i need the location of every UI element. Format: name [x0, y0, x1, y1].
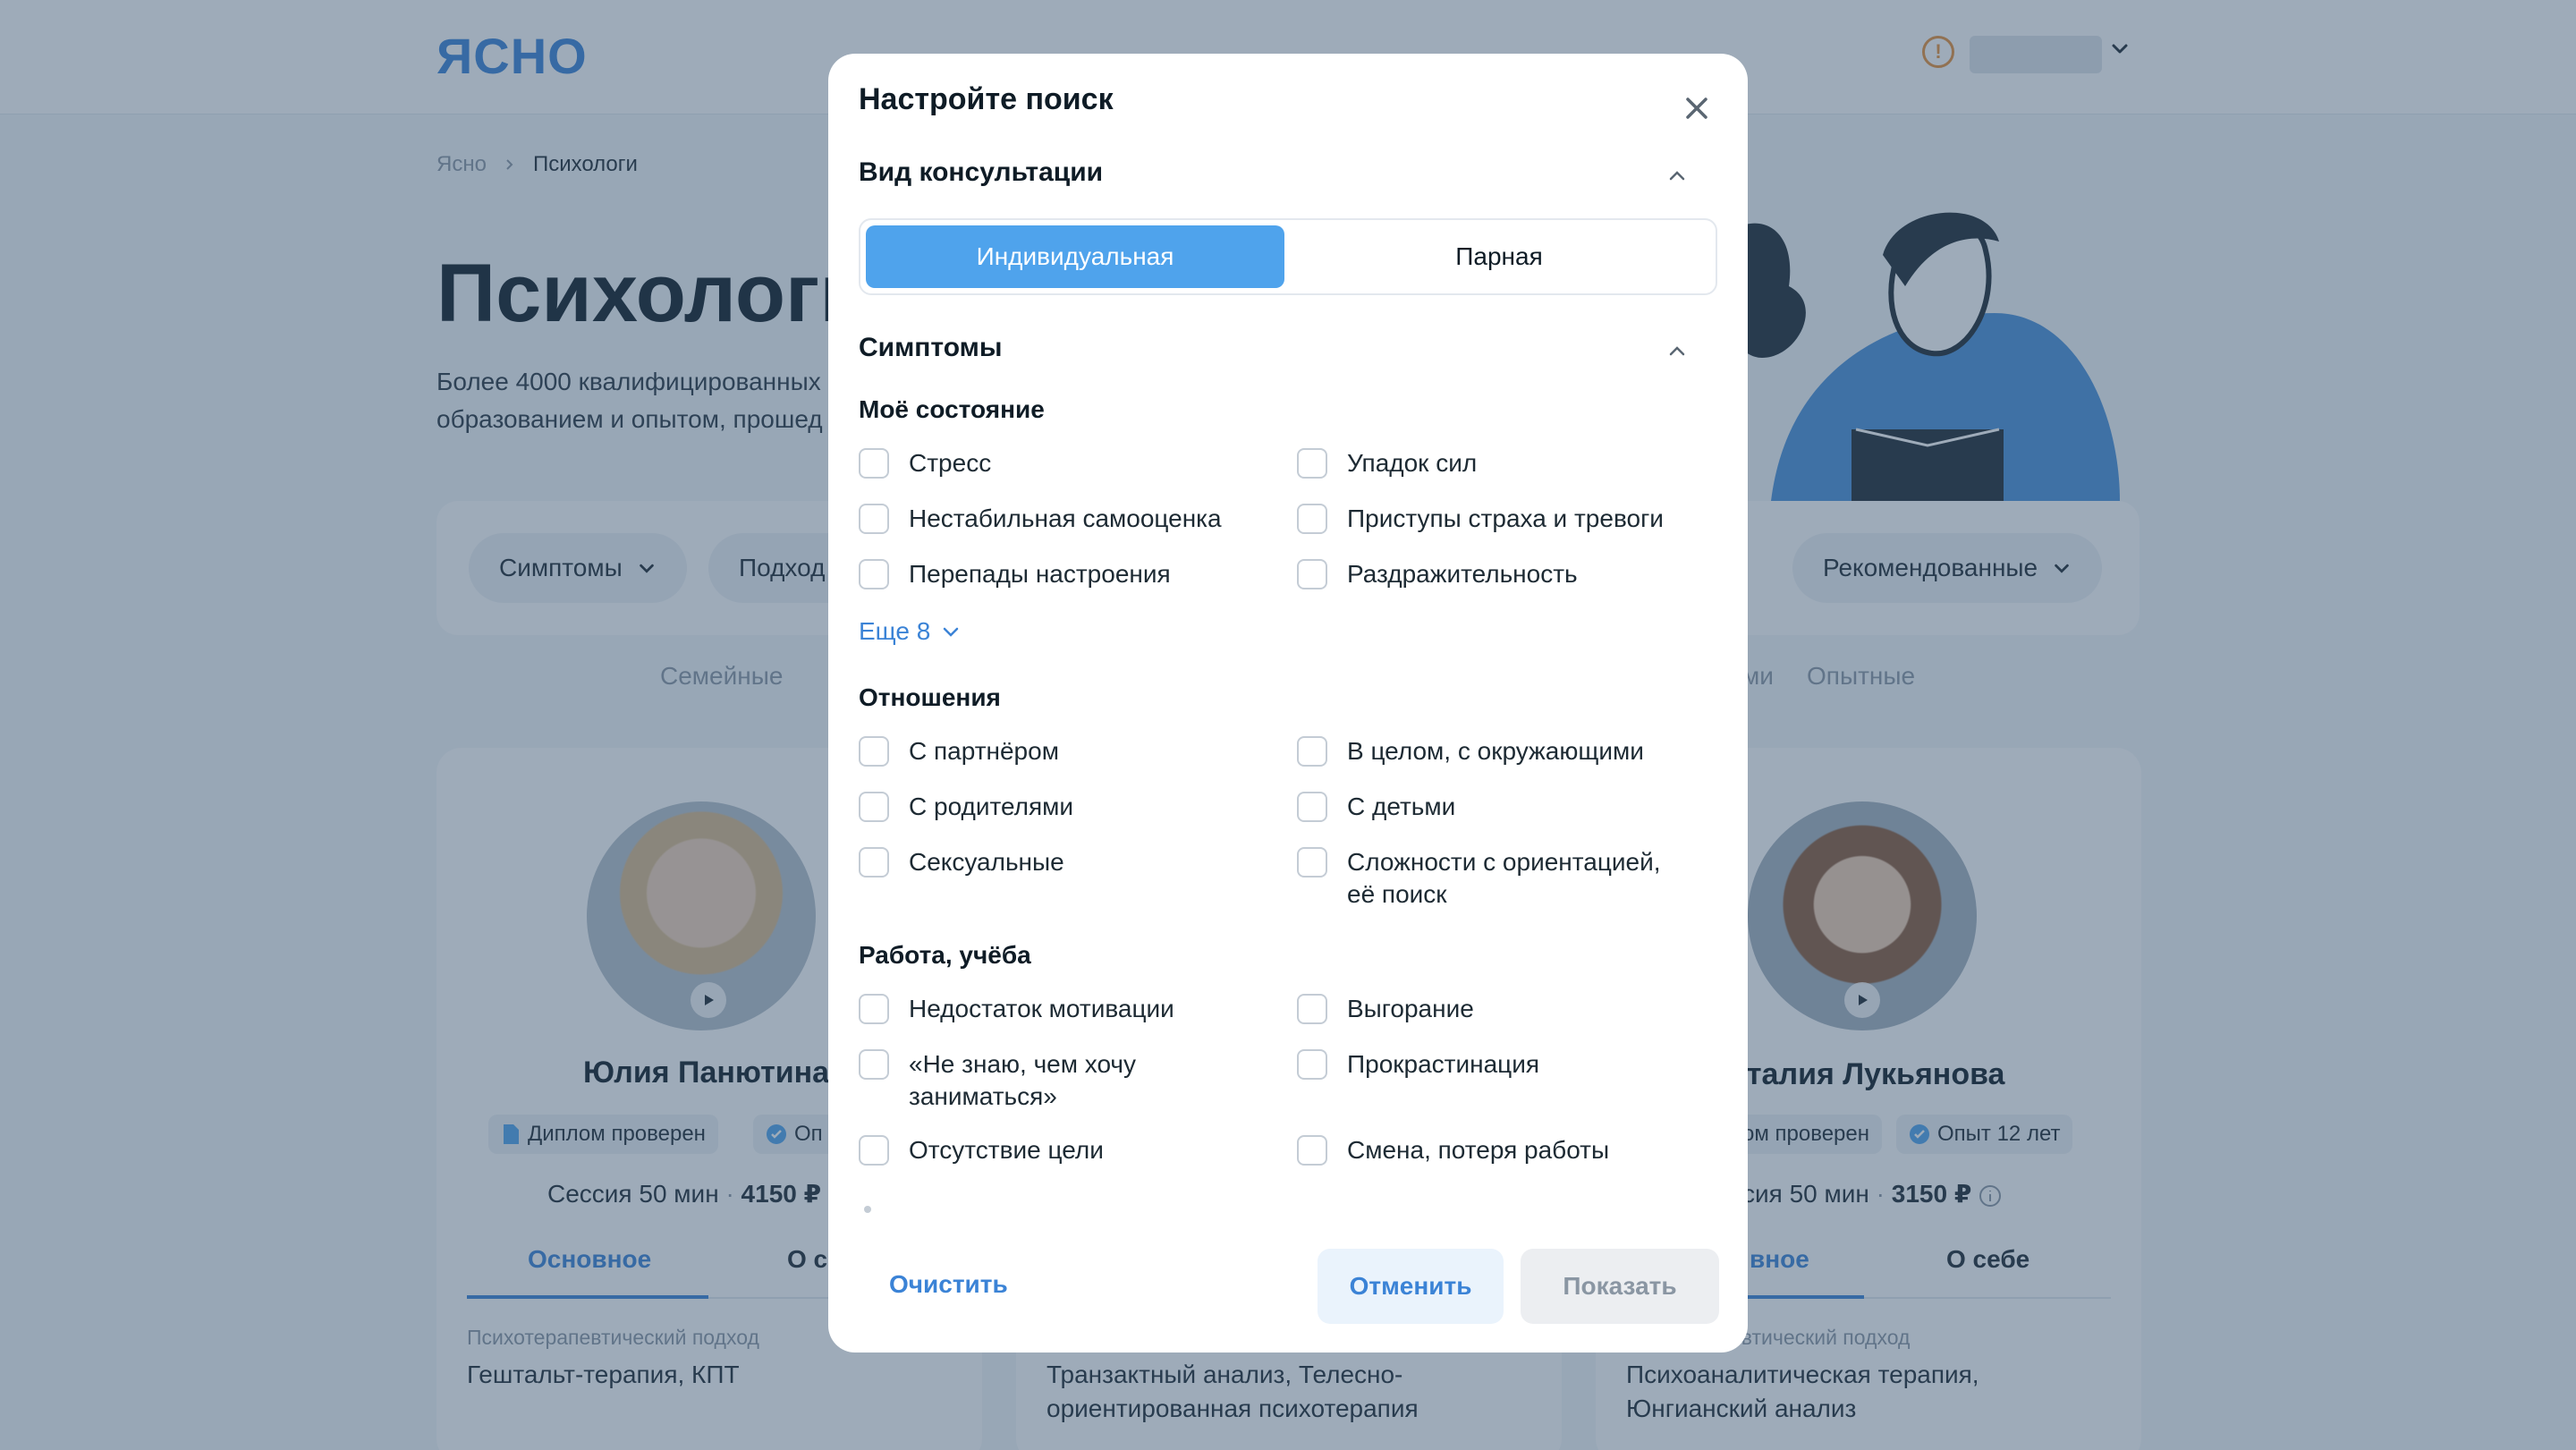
checkbox-procrastination[interactable]: Прокрастинация	[1297, 1048, 1708, 1081]
checkbox-label: Приступы страха и тревоги	[1347, 505, 1664, 532]
checkbox-label: Смена, потеря работы	[1347, 1136, 1610, 1164]
checkbox-children[interactable]: С детьми	[1297, 791, 1708, 823]
checkbox-label: С родителями	[909, 793, 1074, 820]
checkbox[interactable]	[859, 1049, 889, 1080]
show-more-label: Еще 8	[859, 617, 931, 645]
modal-title: Настройте поиск	[859, 82, 1114, 116]
checkbox-label: Перепады настроения	[909, 560, 1171, 588]
checkbox[interactable]	[859, 504, 889, 534]
checkbox[interactable]	[859, 847, 889, 878]
chevron-up-icon[interactable]	[1665, 165, 1689, 188]
checkbox[interactable]	[859, 736, 889, 767]
checkbox[interactable]	[859, 559, 889, 589]
checkbox-orientation[interactable]: Сложности с ориентацией, её поиск	[1297, 846, 1690, 911]
checkbox-partner[interactable]: С партнёром	[859, 735, 1252, 767]
option-pair[interactable]: Парная	[1290, 225, 1708, 288]
checkbox-anxiety[interactable]: Приступы страха и тревоги	[1297, 503, 1708, 535]
consultation-type-toggle: Индивидуальная Парная	[859, 218, 1717, 295]
checkbox-stress[interactable]: Стресс	[859, 447, 1252, 479]
checkbox-others[interactable]: В целом, с окружающими	[1297, 735, 1708, 767]
checkbox-irritability[interactable]: Раздражительность	[1297, 558, 1708, 590]
checkbox-label: «Не знаю, чем хочу заниматься»	[909, 1050, 1136, 1110]
checkbox-label: В целом, с окружающими	[1347, 737, 1644, 765]
show-more-link[interactable]: Еще 8	[859, 617, 962, 646]
checkbox-label: Сексуальные	[909, 848, 1064, 876]
checkbox-label: Выгорание	[1347, 995, 1474, 1022]
checkbox-burnout[interactable]: Выгорание	[1297, 993, 1708, 1025]
checkbox-parents[interactable]: С родителями	[859, 791, 1252, 823]
checkbox-label: Недостаток мотивации	[909, 995, 1174, 1022]
checkbox-motivation[interactable]: Недостаток мотивации	[859, 993, 1252, 1025]
checkbox[interactable]	[859, 1135, 889, 1166]
checkbox-label: С детьми	[1347, 793, 1456, 820]
scroll-fade-indicator	[864, 1206, 871, 1213]
chevron-down-icon	[944, 627, 959, 637]
checkbox-label: Сложности с ориентацией, её поиск	[1347, 848, 1661, 908]
checkbox-job-loss[interactable]: Смена, потеря работы	[1297, 1134, 1708, 1166]
clear-button[interactable]: Очистить	[889, 1270, 1008, 1299]
checkbox[interactable]	[1297, 736, 1327, 767]
checkbox[interactable]	[1297, 1135, 1327, 1166]
cancel-button[interactable]: Отменить	[1318, 1249, 1504, 1324]
checkbox-label: Прокрастинация	[1347, 1050, 1540, 1078]
checkbox[interactable]	[1297, 559, 1327, 589]
group-title-work: Работа, учёба	[859, 941, 1031, 969]
checkbox-self-esteem[interactable]: Нестабильная самооценка	[859, 503, 1252, 535]
checkbox-label: Упадок сил	[1347, 449, 1478, 477]
group-title-state: Моё состояние	[859, 395, 1045, 423]
checkbox[interactable]	[1297, 792, 1327, 822]
checkbox[interactable]	[859, 448, 889, 479]
checkbox-label: Стресс	[909, 449, 992, 477]
checkbox[interactable]	[859, 792, 889, 822]
checkbox[interactable]	[859, 994, 889, 1024]
checkbox-fatigue[interactable]: Упадок сил	[1297, 447, 1708, 479]
option-individual[interactable]: Индивидуальная	[866, 225, 1284, 288]
checkbox-no-goal[interactable]: Отсутствие цели	[859, 1134, 1252, 1166]
group-title-relations: Отношения	[859, 683, 1001, 711]
close-icon[interactable]	[1680, 91, 1714, 125]
checkbox-mood-swings[interactable]: Перепады настроения	[859, 558, 1252, 590]
symptoms-heading[interactable]: Симптомы	[859, 333, 1002, 363]
checkbox[interactable]	[1297, 994, 1327, 1024]
checkbox[interactable]	[1297, 504, 1327, 534]
checkbox[interactable]	[1297, 847, 1327, 878]
checkbox-sexual[interactable]: Сексуальные	[859, 846, 1252, 878]
checkbox-label: Отсутствие цели	[909, 1136, 1104, 1164]
checkbox[interactable]	[1297, 1049, 1327, 1080]
checkbox-dont-know[interactable]: «Не знаю, чем хочу заниматься»	[859, 1048, 1181, 1113]
checkbox-label: Раздражительность	[1347, 560, 1578, 588]
checkbox-label: С партнёром	[909, 737, 1059, 765]
show-results-button[interactable]: Показать	[1521, 1249, 1719, 1324]
chevron-up-icon[interactable]	[1665, 340, 1689, 363]
checkbox[interactable]	[1297, 448, 1327, 479]
search-settings-modal: Настройте поиск Вид консультации Индивид…	[828, 54, 1748, 1352]
checkbox-label: Нестабильная самооценка	[909, 505, 1222, 532]
consultation-type-heading[interactable]: Вид консультации	[859, 157, 1103, 188]
